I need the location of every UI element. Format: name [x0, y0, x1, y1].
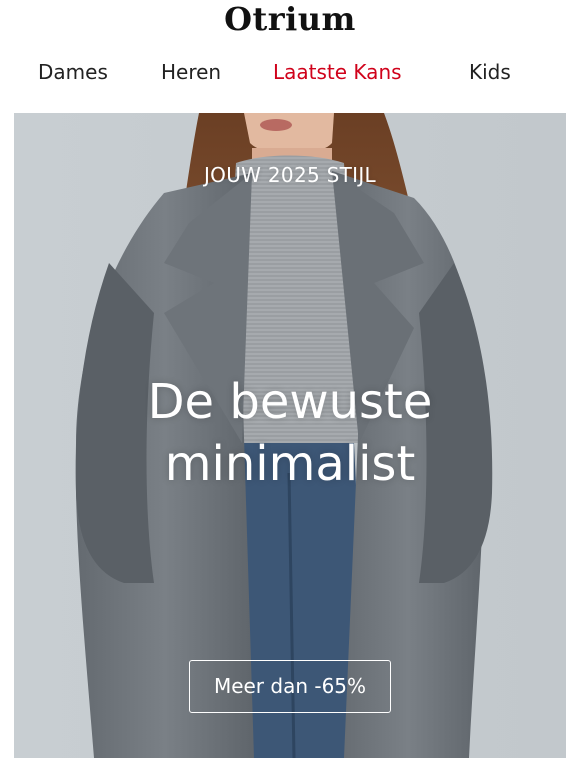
- page: Otrium Dames Heren Laatste Kans Kids JOU…: [0, 0, 580, 774]
- hero-headline: De bewuste minimalist: [14, 371, 566, 495]
- category-nav: Dames Heren Laatste Kans Kids: [0, 56, 580, 88]
- nav-item-kids[interactable]: Kids: [469, 56, 511, 88]
- hero-banner[interactable]: JOUW 2025 STIJL De bewuste minimalist Me…: [14, 113, 566, 758]
- hero-headline-line-2: minimalist: [164, 436, 416, 492]
- nav-item-dames[interactable]: Dames: [38, 56, 108, 88]
- nav-item-laatste-kans[interactable]: Laatste Kans: [273, 56, 402, 88]
- nav-item-heren[interactable]: Heren: [161, 56, 221, 88]
- hero-cta-button[interactable]: Meer dan -65%: [189, 660, 391, 713]
- otrium-logo[interactable]: Otrium: [0, 0, 580, 40]
- hero-eyebrow: JOUW 2025 STIJL: [203, 163, 377, 187]
- hero-headline-line-1: De bewuste: [147, 374, 433, 430]
